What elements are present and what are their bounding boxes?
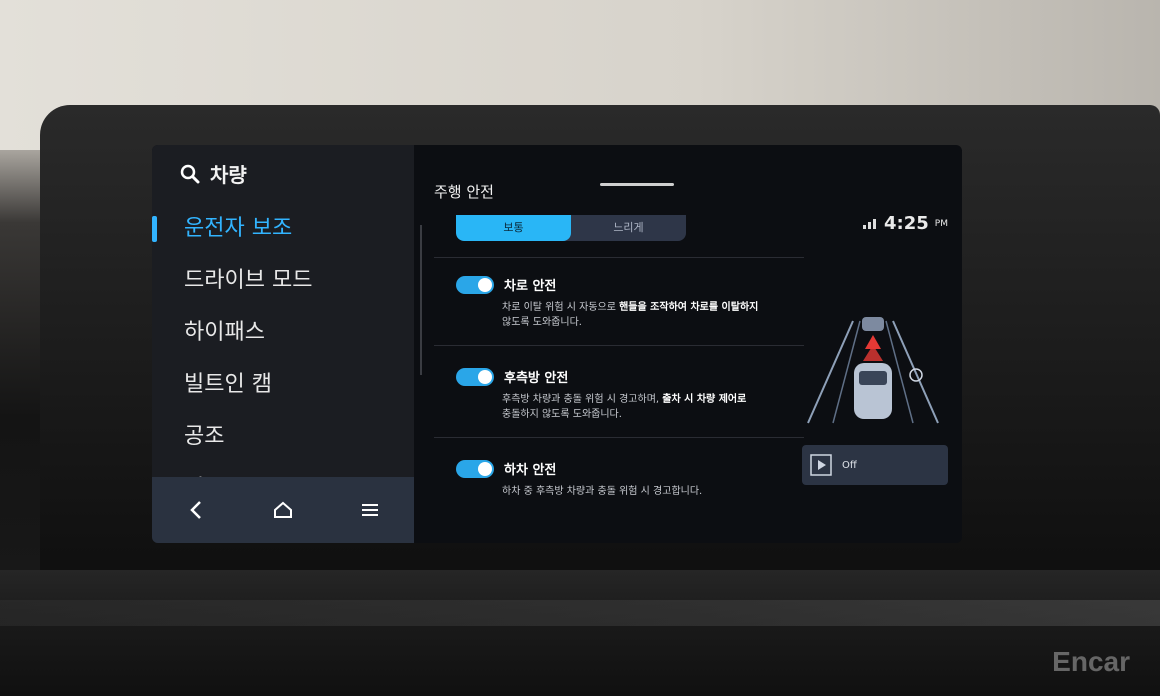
infotainment-screen: 차량 운전자 보조 드라이브 모드 하이패스 빌트인 캠 공조 시트 [152, 145, 962, 543]
sidebar-menu: 운전자 보조 드라이브 모드 하이패스 빌트인 캠 공조 시트 [152, 203, 414, 515]
dashboard-lower [0, 570, 1160, 696]
divider [434, 437, 804, 438]
home-icon [273, 501, 292, 518]
divider [434, 257, 804, 258]
segment-normal[interactable]: 보통 [456, 215, 571, 241]
desc-text: 후측방 차량과 충돌 위험 시 경고하며, [502, 394, 663, 405]
sidebar-header: 차량 [180, 159, 247, 188]
panel-scrollbar[interactable] [420, 225, 422, 375]
desc-tail-text: 않도록 도와줍니다. [502, 317, 582, 328]
lane-safety-title: 차로 안전 [504, 279, 557, 294]
lane-safety-toggle[interactable] [456, 275, 494, 294]
segment-slow[interactable]: 느리게 [571, 215, 686, 241]
divider [434, 345, 804, 346]
desc-bold-text: 출차 시 차량 제어로 [662, 394, 747, 405]
preview-off-label: Off [842, 459, 857, 471]
play-icon [810, 454, 832, 476]
lane-safety-description: 차로 이탈 위험 시 자동으로 핸들을 조작하여 차로를 이탈하지않도록 도와줍… [502, 300, 802, 330]
sidebar-item-driver-assist[interactable]: 운전자 보조 [152, 203, 414, 255]
exit-safety-title: 하차 안전 [504, 463, 557, 478]
clock-ampm: PM [934, 218, 948, 229]
sidebar-item-builtin-cam[interactable]: 빌트인 캠 [152, 359, 414, 411]
drag-handle[interactable] [600, 183, 674, 186]
desc-text: 하차 중 후측방 차량과 충돌 위험 시 경고합니다. [502, 486, 703, 497]
settings-content: 주행 안전 4:25 PM 보통 느리게 차로 안전 차로 이탈 위험 시 자동… [434, 145, 962, 543]
desc-text: 차로 이탈 위험 시 자동으로 [502, 302, 620, 313]
desc-tail-text: 충돌하지 않도록 도와줍니다. [502, 409, 622, 420]
back-button[interactable] [176, 490, 216, 530]
sidebar-title: 차량 [210, 163, 247, 187]
bottom-navigation-bar [152, 477, 414, 543]
exit-safety-toggle[interactable] [456, 459, 494, 478]
watermark: Encar [1052, 646, 1130, 677]
settings-sidebar: 차량 운전자 보조 드라이브 모드 하이패스 빌트인 캠 공조 시트 [152, 145, 414, 543]
setting-exit-safety: 하차 안전 하차 중 후측방 차량과 충돌 위험 시 경고합니다. [456, 459, 796, 499]
setting-lane-safety: 차로 안전 차로 이탈 위험 시 자동으로 핸들을 조작하여 차로를 이탈하지않… [456, 275, 796, 330]
car-safety-illustration [807, 317, 939, 424]
warning-timing-selector: 보통 느리게 [456, 215, 686, 241]
signal-icon [863, 218, 877, 229]
blind-spot-safety-description: 후측방 차량과 충돌 위험 시 경고하며, 출차 시 차량 제어로충돌하지 않도… [502, 392, 802, 422]
back-arrow-icon [189, 501, 201, 519]
menu-button[interactable] [350, 490, 390, 530]
sidebar-item-drive-mode[interactable]: 드라이브 모드 [152, 255, 414, 307]
section-title: 주행 안전 [434, 183, 494, 201]
hamburger-menu-icon [362, 504, 379, 516]
status-bar: 4:25 PM [862, 213, 948, 234]
sidebar-item-hipass[interactable]: 하이패스 [152, 307, 414, 359]
preview-play-control[interactable]: Off [802, 445, 948, 485]
blind-spot-safety-toggle[interactable] [456, 367, 494, 386]
sidebar-item-climate[interactable]: 공조 [152, 411, 414, 463]
exit-safety-description: 하차 중 후측방 차량과 충돌 위험 시 경고합니다. [502, 484, 802, 499]
desc-bold-text: 핸들을 조작하여 차로를 이탈하지 [619, 302, 759, 313]
clock-time: 4:25 [884, 213, 929, 234]
home-button[interactable] [263, 490, 303, 530]
setting-blind-spot-safety: 후측방 안전 후측방 차량과 충돌 위험 시 경고하며, 출차 시 차량 제어로… [456, 367, 796, 422]
blind-spot-safety-title: 후측방 안전 [504, 371, 569, 386]
search-icon[interactable] [180, 164, 200, 184]
dashboard-trim [0, 600, 1160, 626]
